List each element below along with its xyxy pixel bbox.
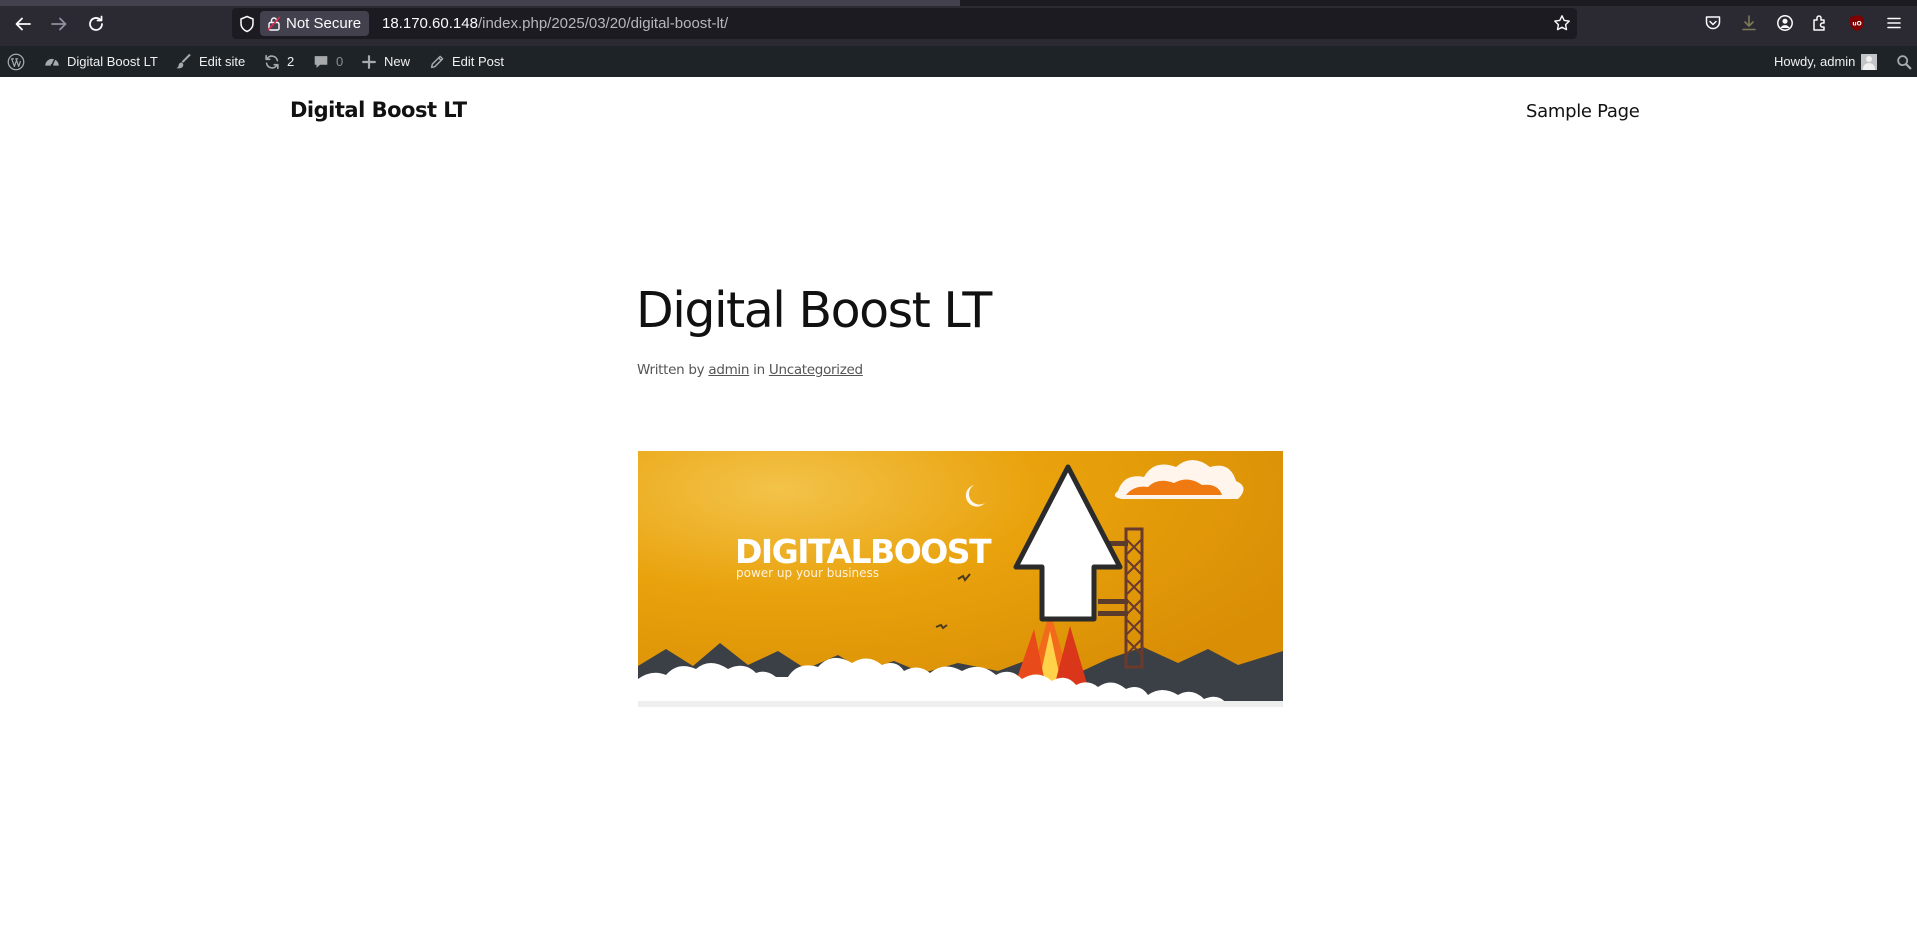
my-account-menu[interactable]: Howdy, admin bbox=[1774, 46, 1878, 77]
forward-icon bbox=[51, 17, 67, 31]
not-secure-label: Not Secure bbox=[286, 15, 362, 32]
back-icon bbox=[15, 17, 31, 31]
ublock-button[interactable]: uO bbox=[1847, 13, 1867, 33]
nav-item-sample-page[interactable]: Sample Page bbox=[1526, 101, 1640, 122]
updates-link[interactable]: 2 bbox=[263, 46, 294, 77]
avatar bbox=[1861, 53, 1878, 70]
post-title: Digital Boost LT bbox=[636, 282, 992, 339]
shield-icon[interactable] bbox=[238, 15, 256, 33]
updates-count: 2 bbox=[287, 54, 295, 69]
account-icon bbox=[1777, 15, 1793, 31]
bookmark-star-icon[interactable] bbox=[1553, 14, 1571, 32]
not-secure-badge[interactable]: Not Secure bbox=[260, 11, 370, 36]
banner-tagline: power up your business bbox=[736, 566, 879, 580]
tab-strip bbox=[0, 0, 1917, 6]
reload-button[interactable] bbox=[84, 12, 108, 36]
active-tab[interactable] bbox=[0, 0, 960, 6]
in-label: in bbox=[753, 362, 765, 378]
back-button[interactable] bbox=[11, 12, 35, 36]
comment-icon bbox=[314, 55, 328, 68]
pocket-button[interactable] bbox=[1703, 13, 1723, 33]
reload-icon bbox=[89, 15, 103, 31]
pocket-icon bbox=[1705, 16, 1721, 30]
forward-button[interactable] bbox=[47, 12, 71, 36]
app-menu-button[interactable] bbox=[1884, 13, 1904, 33]
site-title[interactable]: Digital Boost LT bbox=[290, 98, 467, 122]
edit-post-link[interactable]: Edit Post bbox=[428, 46, 504, 77]
menu-icon bbox=[1887, 17, 1901, 29]
ublock-icon: uO bbox=[1850, 15, 1864, 31]
url-text[interactable]: 18.170.60.148/index.php/2025/03/20/digit… bbox=[382, 8, 728, 39]
extensions-button[interactable] bbox=[1810, 13, 1830, 33]
dashboard-icon bbox=[45, 58, 59, 66]
new-content-menu[interactable]: New bbox=[360, 46, 410, 77]
wordpress-logo-icon bbox=[7, 53, 25, 70]
admin-search[interactable] bbox=[1895, 46, 1913, 77]
edit-site-label: Edit site bbox=[199, 54, 246, 69]
featured-image: DIGITALBOOST power up your business bbox=[638, 451, 1283, 707]
pencil-icon bbox=[430, 55, 444, 68]
new-label: New bbox=[384, 54, 411, 69]
edit-post-label: Edit Post bbox=[452, 54, 505, 69]
brush-icon bbox=[176, 53, 191, 68]
url-path: /index.php/2025/03/20/digital-boost-lt/ bbox=[477, 15, 729, 32]
post-meta: Written by admin in Uncategorized bbox=[637, 362, 863, 378]
plus-icon bbox=[362, 54, 376, 69]
download-icon bbox=[1742, 15, 1756, 31]
wp-admin-bar: Digital Boost LT Edit site 2 0 New Edit … bbox=[0, 46, 1917, 77]
wp-logo-menu[interactable] bbox=[7, 46, 25, 77]
howdy-label: Howdy, admin bbox=[1774, 54, 1856, 69]
browser-toolbar: Not Secure 18.170.60.148/index.php/2025/… bbox=[0, 0, 1917, 46]
edit-site-link[interactable]: Edit site bbox=[175, 46, 245, 77]
downloads-button[interactable] bbox=[1739, 13, 1759, 33]
category-link[interactable]: Uncategorized bbox=[769, 362, 863, 378]
account-button[interactable] bbox=[1775, 13, 1795, 33]
comments-count: 0 bbox=[336, 54, 344, 69]
site-name-menu[interactable]: Digital Boost LT bbox=[43, 46, 158, 77]
lock-icon bbox=[267, 16, 281, 31]
updates-icon bbox=[265, 54, 279, 69]
url-host: 18.170.60.148 bbox=[382, 15, 478, 32]
search-icon bbox=[1897, 54, 1912, 69]
admin-site-name: Digital Boost LT bbox=[67, 54, 158, 69]
extensions-icon bbox=[1813, 15, 1825, 31]
comments-link[interactable]: 0 bbox=[312, 46, 343, 77]
author-link[interactable]: admin bbox=[708, 362, 749, 378]
featured-image-illustration: DIGITALBOOST power up your business bbox=[638, 451, 1283, 707]
written-by-label: Written by bbox=[637, 362, 705, 378]
svg-text:uO: uO bbox=[1852, 21, 1861, 28]
url-bar[interactable]: Not Secure 18.170.60.148/index.php/2025/… bbox=[232, 8, 1577, 39]
